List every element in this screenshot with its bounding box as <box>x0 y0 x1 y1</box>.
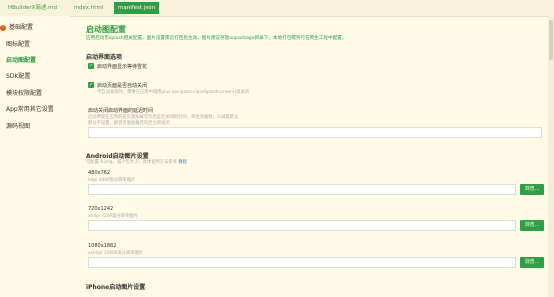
android-hint: 可配置.9.png，减少包大小，具体使用方法参考 教程 <box>86 159 187 165</box>
tab-index-html[interactable]: index.html <box>70 2 107 14</box>
android-1080-label: 1080x1882 <box>88 243 117 249</box>
tab-manifest-json[interactable]: manifest.json <box>114 2 160 14</box>
android-480-input[interactable] <box>88 184 516 195</box>
warning-icon: ! <box>0 25 6 31</box>
sidebar-item-permissions[interactable]: 模块权限配置 <box>6 89 42 99</box>
delay-input[interactable] <box>88 127 542 138</box>
autoclose-checkbox[interactable]: ✓ <box>88 82 94 88</box>
sidebar: ! 基础配置 图标配置 启动图配置 SDK配置 模块权限配置 App常用其它设置… <box>0 16 70 297</box>
android-1080-input[interactable] <box>88 257 516 268</box>
sidebar-item-splash[interactable]: 启动图配置 <box>6 56 36 66</box>
scrollbar-thumb[interactable] <box>549 20 553 60</box>
android-720-browse-button[interactable]: 浏览... <box>520 220 544 231</box>
android-480-browse-button[interactable]: 浏览... <box>520 184 544 195</box>
android-1080-browse-button[interactable]: 浏览... <box>520 257 544 268</box>
sidebar-item-basic[interactable]: 基础配置 <box>9 23 33 33</box>
autoclose-hint: 不自动关闭时，需要在应用中调用plus.navigator.closeSplas… <box>97 90 250 95</box>
delay-label: 启动关闭启动界面的延迟时间 <box>88 108 154 114</box>
sidebar-item-app-other[interactable]: App常用其它设置 <box>6 105 54 115</box>
android-720-input[interactable] <box>88 220 516 231</box>
sidebar-item-icons[interactable]: 图标配置 <box>6 40 30 50</box>
page-title: 启动图配置 <box>86 25 126 34</box>
tutorial-link[interactable]: 教程 <box>178 160 187 165</box>
autoclose-checkbox-label: 启动页面是否自动关闭 <box>97 83 148 89</box>
main-panel: 启动图配置 应用启动页splash相关配置。图片设置需云打包后生效，图片建议存放… <box>86 16 546 297</box>
android-480-label: 480x762 <box>88 170 111 176</box>
waiting-checkbox-label: 启动界面显示等待雪花 <box>97 64 148 70</box>
waiting-checkbox[interactable]: ✓ <box>88 63 94 69</box>
android-720-label: 720x1242 <box>88 206 114 212</box>
delay-hint-2: 默认不设置，即首页面加载完毕后立即关闭 <box>88 121 170 126</box>
sidebar-item-source[interactable]: 源码视图 <box>6 122 30 132</box>
editor-tabbar: HBuilderX简述.md index.html manifest.json <box>0 0 554 17</box>
tab-hbuilderx-md[interactable]: HBuilderX简述.md <box>4 2 61 14</box>
page-description: 应用启动页splash相关配置。图片设置需云打包后生效，图片建议存放unpack… <box>86 36 347 41</box>
sidebar-item-sdk[interactable]: SDK配置 <box>6 72 30 82</box>
android-1080-hint: xxhdpi 1080P高分辨率图片 <box>88 251 144 256</box>
ios-heading: iPhone启动图片设置 <box>86 284 146 291</box>
android-480-hint: hdpi 480P高分辨率图片 <box>88 178 136 183</box>
startup-heading: 启动界面选项 <box>86 54 123 61</box>
android-720-hint: xhdpi 720P高分辨率图片 <box>88 214 138 219</box>
android-hint-text: 可配置.9.png，减少包大小，具体使用方法参考 <box>86 160 177 165</box>
